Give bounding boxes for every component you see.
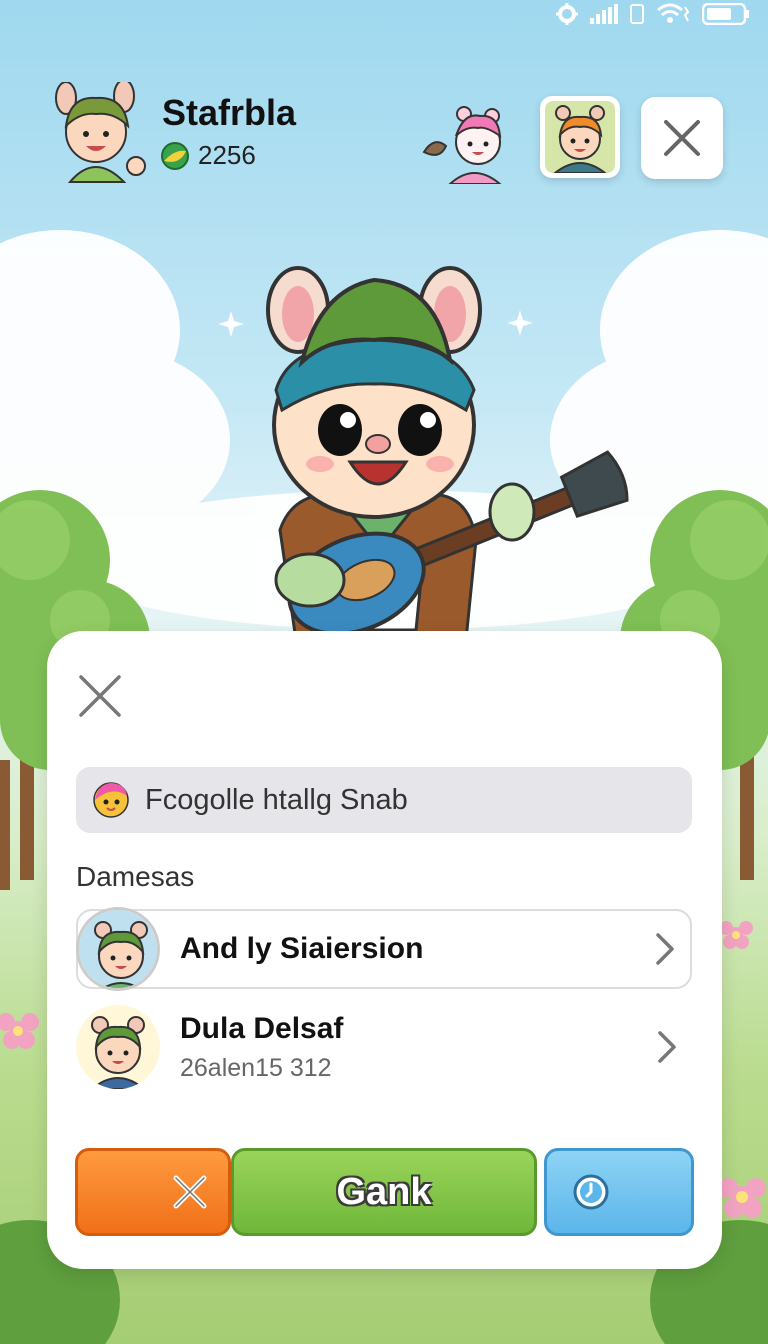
selection-panel: Fcogolle htallg Snab Damesas And ly Siai…	[47, 631, 722, 1269]
avatar	[76, 907, 160, 991]
coin-value: 2256	[198, 140, 256, 170]
section-label: Damesas	[76, 861, 195, 892]
gank-button-label: Gank	[336, 1170, 432, 1213]
item-text: Dula Delsaf 26alen15 312	[180, 1012, 652, 1083]
search-input[interactable]: Fcogolle htallg Snab	[76, 767, 692, 833]
game-screen: Stafrbla 2256 Fcogolle htallg Snab Dames…	[0, 0, 768, 1344]
cancel-button[interactable]	[75, 1148, 231, 1236]
gank-button[interactable]: Gank	[231, 1148, 537, 1236]
chevron-right-icon	[658, 1031, 676, 1063]
top-close-button[interactable]	[641, 97, 723, 179]
item-title: And ly Siaiersion	[180, 932, 424, 965]
close-icon	[79, 675, 121, 717]
timer-button[interactable]	[544, 1148, 694, 1236]
gear-icon	[556, 3, 578, 25]
panel-close-button[interactable]	[75, 671, 125, 721]
friend-avatar[interactable]	[420, 106, 510, 184]
player-name: Stafrbla	[162, 92, 297, 133]
player-avatar[interactable]	[50, 82, 150, 186]
signal-icon	[590, 4, 618, 24]
search-text: Fcogolle htallg Snab	[145, 783, 408, 816]
cross-icon	[173, 1175, 207, 1209]
list-item[interactable]: And ly Siaiersion	[76, 907, 692, 991]
character-portrait-button[interactable]	[540, 96, 620, 178]
status-bar	[556, 0, 750, 28]
coin-counter: 2256	[160, 140, 256, 171]
list-item[interactable]: Dula Delsaf 26alen15 312	[76, 1005, 692, 1089]
item-title: Dula Delsaf	[180, 1011, 344, 1045]
close-icon	[664, 120, 700, 156]
green-coin-icon	[161, 141, 189, 170]
avatar	[76, 1005, 160, 1089]
character-portrait	[545, 101, 615, 173]
item-text: And ly Siaiersion	[180, 932, 650, 966]
battery-icon	[702, 3, 749, 25]
character-face-icon	[93, 782, 129, 818]
wifi-icon	[657, 3, 690, 23]
sim-icon	[630, 4, 644, 24]
chevron-right-icon	[656, 933, 674, 965]
item-subtitle: 26alen15 312	[180, 1053, 332, 1082]
clock-icon	[573, 1174, 609, 1210]
